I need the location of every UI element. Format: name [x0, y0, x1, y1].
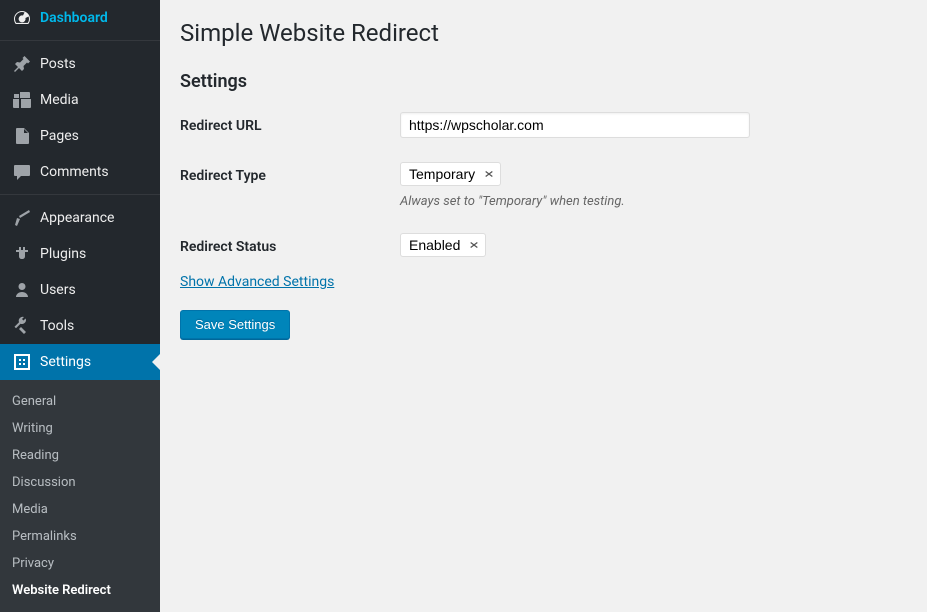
- menu-label: Pages: [40, 128, 79, 144]
- sidebar-item-pages[interactable]: Pages: [0, 118, 160, 154]
- menu-separator: [0, 190, 160, 195]
- menu-label: Comments: [40, 164, 109, 180]
- sidebar-item-users[interactable]: Users: [0, 272, 160, 308]
- menu-separator: [0, 36, 160, 41]
- submenu-item-media[interactable]: Media: [0, 496, 160, 523]
- menu-label: Settings: [40, 354, 91, 370]
- sidebar-item-settings[interactable]: Settings: [0, 344, 160, 380]
- menu-label: Users: [40, 282, 76, 298]
- menu-label: Tools: [40, 318, 74, 334]
- dashboard-icon: [12, 8, 32, 28]
- comments-icon: [12, 162, 32, 182]
- form-field: [400, 112, 907, 138]
- section-title: Settings: [180, 71, 907, 92]
- settings-submenu: General Writing Reading Discussion Media…: [0, 380, 160, 612]
- users-icon: [12, 280, 32, 300]
- submenu-item-permalinks[interactable]: Permalinks: [0, 523, 160, 550]
- tools-icon: [12, 316, 32, 336]
- submenu-item-website-redirect[interactable]: Website Redirect: [0, 577, 160, 604]
- settings-form: Redirect URL Redirect Type Temporary Alw…: [180, 112, 907, 339]
- form-row-redirect-status: Redirect Status Enabled: [180, 233, 907, 257]
- submenu-item-reading[interactable]: Reading: [0, 442, 160, 469]
- form-row-redirect-type: Redirect Type Temporary Always set to "T…: [180, 162, 907, 209]
- redirect-status-label: Redirect Status: [180, 233, 400, 257]
- sidebar-item-dashboard[interactable]: Dashboard: [0, 0, 160, 36]
- menu-label: Posts: [40, 56, 76, 72]
- redirect-url-label: Redirect URL: [180, 112, 400, 138]
- submenu-item-writing[interactable]: Writing: [0, 415, 160, 442]
- submenu-item-general[interactable]: General: [0, 388, 160, 415]
- page-title: Simple Website Redirect: [180, 10, 907, 51]
- sidebar-item-comments[interactable]: Comments: [0, 154, 160, 190]
- form-field: Temporary Always set to "Temporary" when…: [400, 162, 907, 209]
- submenu-item-privacy[interactable]: Privacy: [0, 550, 160, 577]
- submenu-item-discussion[interactable]: Discussion: [0, 469, 160, 496]
- form-field: Enabled: [400, 233, 907, 257]
- form-row-redirect-url: Redirect URL: [180, 112, 907, 138]
- show-advanced-settings-link[interactable]: Show Advanced Settings: [180, 274, 334, 290]
- settings-icon: [12, 352, 32, 372]
- plugins-icon: [12, 244, 32, 264]
- redirect-type-description: Always set to "Temporary" when testing.: [400, 194, 907, 209]
- menu-label: Appearance: [40, 210, 114, 226]
- admin-sidebar: Dashboard Posts Media Pages Comments App…: [0, 0, 160, 609]
- sidebar-item-appearance[interactable]: Appearance: [0, 200, 160, 236]
- menu-label: Dashboard: [40, 10, 108, 26]
- menu-label: Plugins: [40, 246, 86, 262]
- sidebar-item-media[interactable]: Media: [0, 82, 160, 118]
- main-content: Simple Website Redirect Settings Redirec…: [160, 0, 927, 609]
- sidebar-item-posts[interactable]: Posts: [0, 46, 160, 82]
- save-settings-button[interactable]: Save Settings: [180, 310, 290, 339]
- pin-icon: [12, 54, 32, 74]
- media-icon: [12, 90, 32, 110]
- redirect-type-label: Redirect Type: [180, 162, 400, 209]
- sidebar-item-tools[interactable]: Tools: [0, 308, 160, 344]
- redirect-url-input[interactable]: [400, 112, 750, 138]
- appearance-icon: [12, 208, 32, 228]
- redirect-status-select[interactable]: Enabled: [400, 233, 486, 257]
- sidebar-item-plugins[interactable]: Plugins: [0, 236, 160, 272]
- menu-label: Media: [40, 92, 79, 108]
- redirect-type-select[interactable]: Temporary: [400, 162, 501, 186]
- pages-icon: [12, 126, 32, 146]
